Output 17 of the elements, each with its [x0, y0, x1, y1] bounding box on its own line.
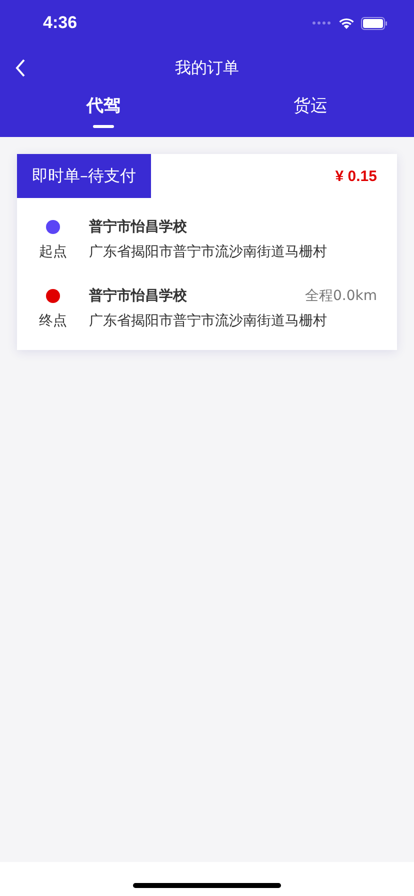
signal-icon [312, 21, 332, 25]
place-name: 普宁市怡昌学校 [89, 287, 188, 305]
order-price: ¥ 0.15 [335, 168, 378, 184]
battery-icon [361, 16, 388, 30]
order-status: 即时单–待支付 [17, 154, 151, 198]
place-address: 广东省揭阳市普宁市流沙南街道马栅村 [89, 243, 328, 261]
order-card[interactable]: 即时单–待支付 ¥ 0.15 普宁市怡昌学校 起点 广东省揭阳市普宁市流沙南街道马栅村 普宁市怡昌学校 全程0.0km 终点 广东省揭阳市普宁市流沙南街道马栅村 [17, 154, 397, 350]
page-title: 我的订单 [175, 58, 239, 78]
wifi-icon [338, 17, 355, 29]
place-name: 普宁市怡昌学校 [89, 218, 188, 236]
place-address: 广东省揭阳市普宁市流沙南街道马栅村 [89, 312, 328, 330]
stop-label: 终点 [39, 312, 67, 330]
tab[interactable]: 代驾 [0, 90, 207, 137]
tab[interactable]: 货运 [207, 90, 414, 137]
status-time: 4:36 [43, 13, 78, 33]
stop-label: 起点 [39, 243, 67, 261]
trip-distance: 全程0.0km [304, 287, 377, 305]
